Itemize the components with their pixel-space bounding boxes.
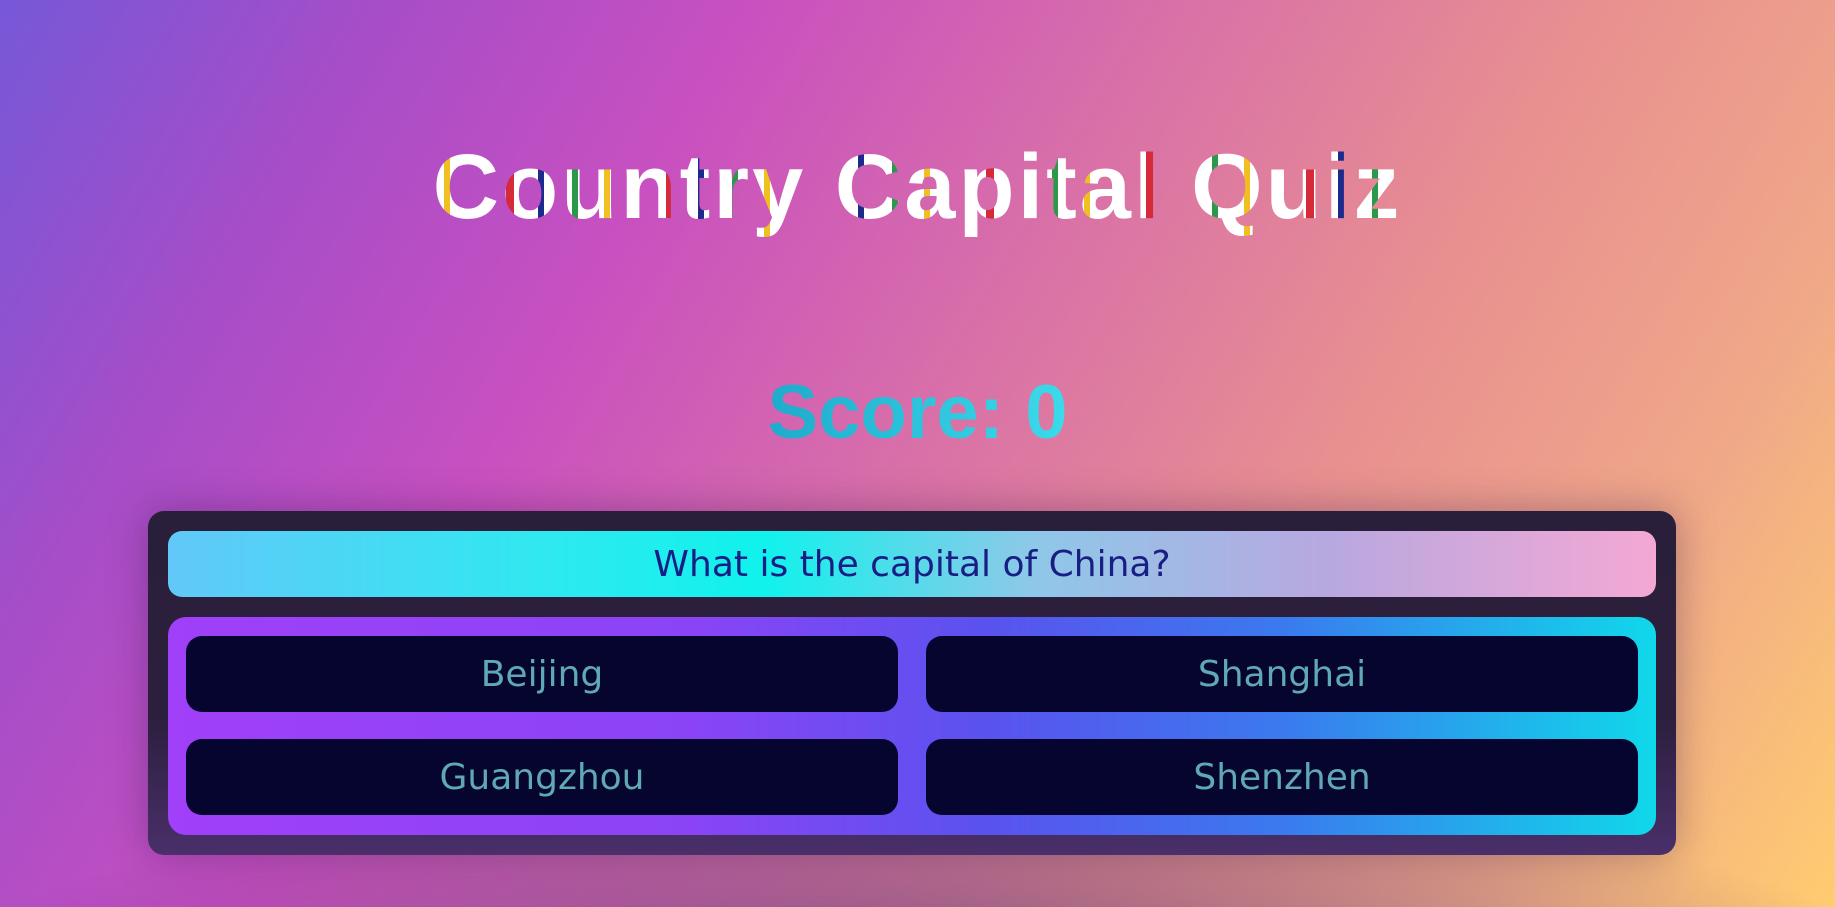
quiz-title: Country Capital Quiz: [0, 132, 1835, 242]
score-value: 0: [1025, 370, 1068, 455]
quiz-card: What is the capital of China? Beijing Sh…: [148, 511, 1676, 855]
answer-button-beijing[interactable]: Beijing: [186, 636, 898, 712]
score-label: Score:: [767, 370, 1005, 455]
answer-button-shenzhen[interactable]: Shenzhen: [926, 739, 1638, 815]
answer-button-shanghai[interactable]: Shanghai: [926, 636, 1638, 712]
answer-button-guangzhou[interactable]: Guangzhou: [186, 739, 898, 815]
score-display: Score: 0: [0, 368, 1835, 458]
question-text: What is the capital of China?: [653, 543, 1171, 585]
answers-panel: Beijing Shanghai Guangzhou Shenzhen: [168, 617, 1656, 835]
question-box: What is the capital of China?: [168, 531, 1656, 597]
